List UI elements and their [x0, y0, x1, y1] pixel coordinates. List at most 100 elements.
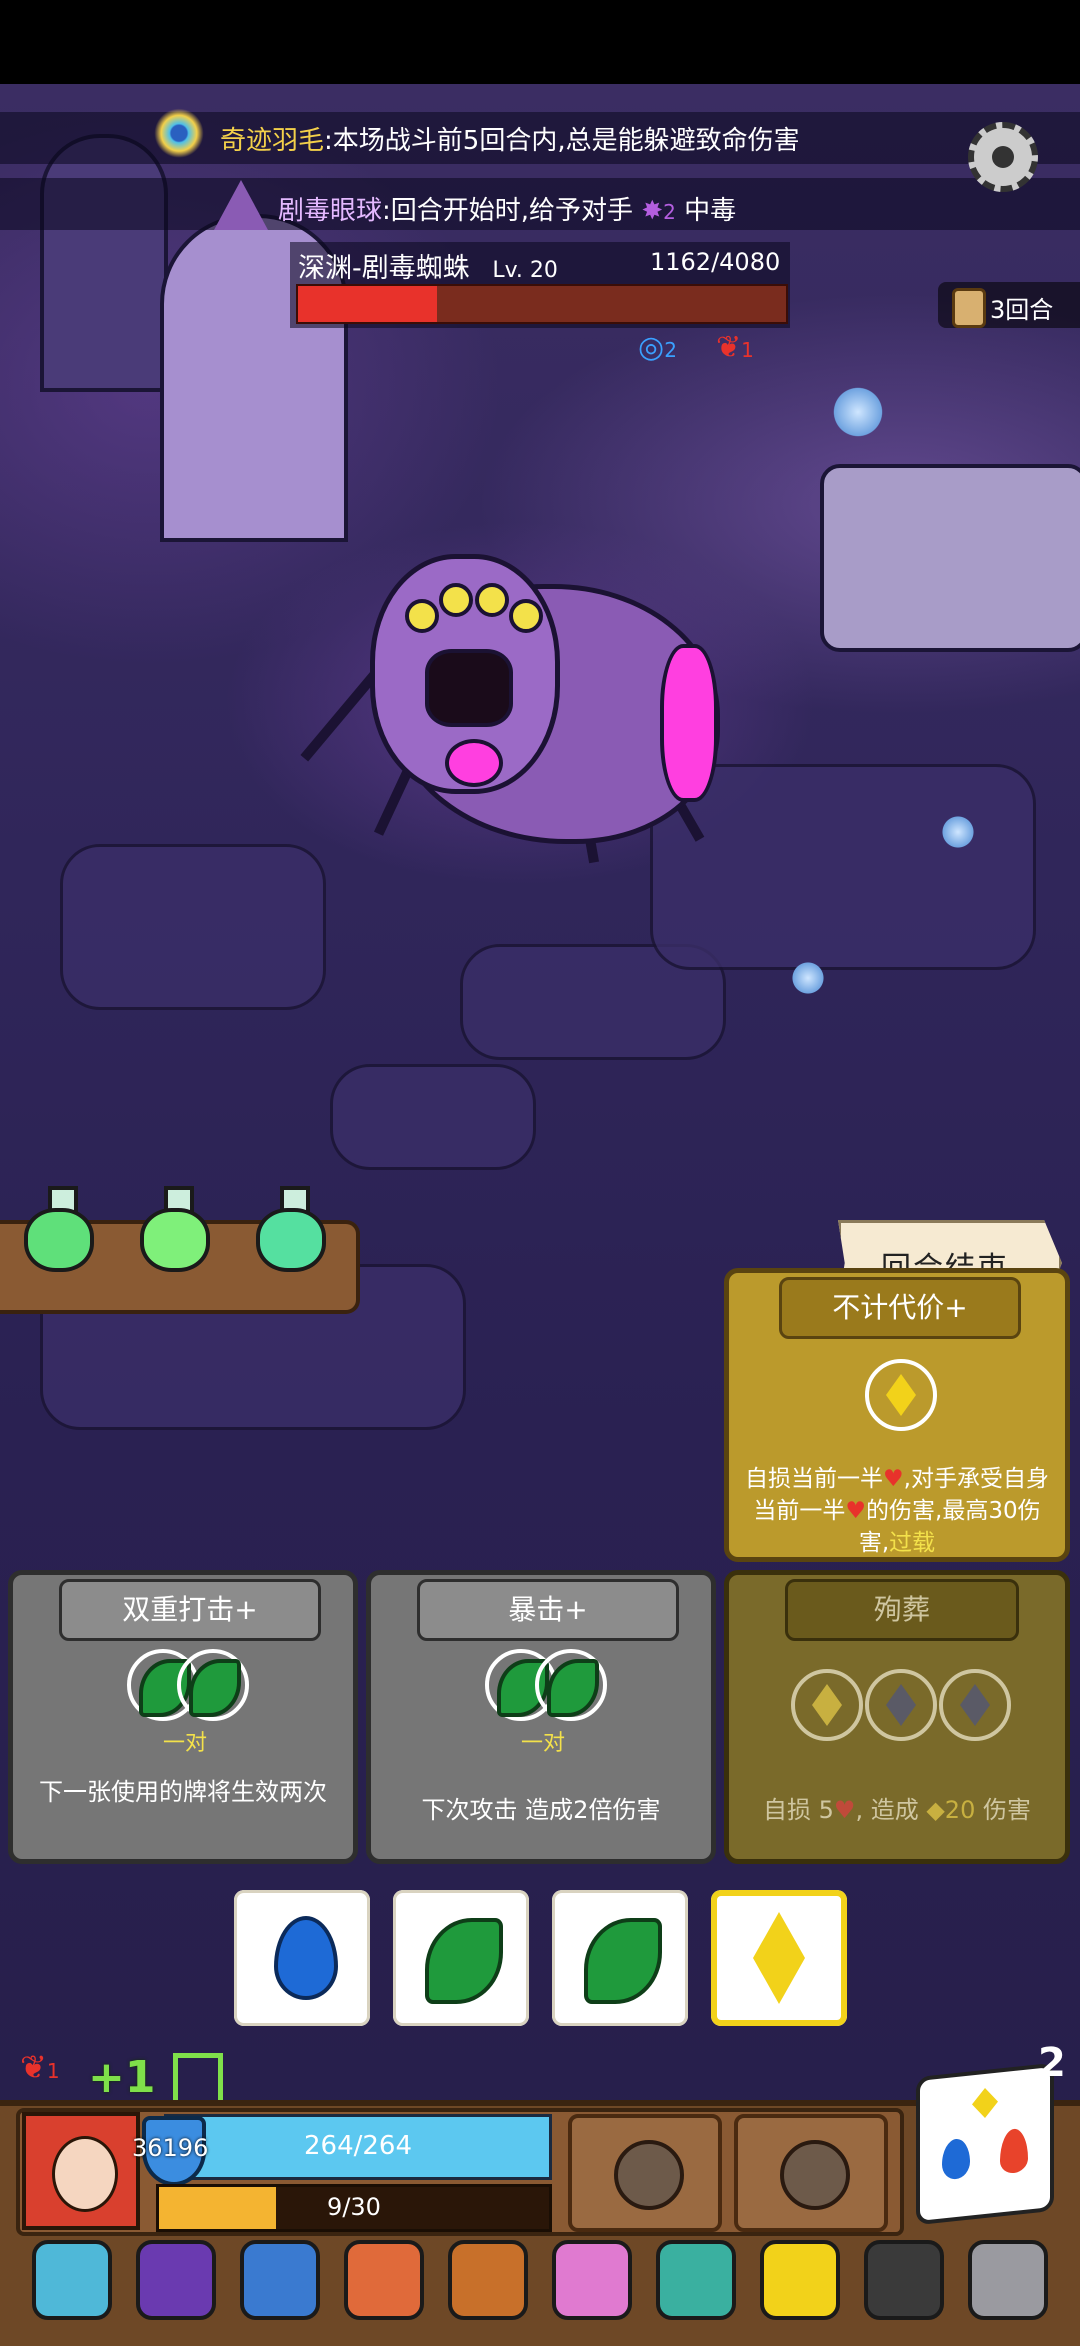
plus-buff-label: +1: [88, 2052, 156, 2103]
wizard-hat-icon[interactable]: [136, 2240, 216, 2320]
enemy-poison-spider[interactable]: [300, 554, 730, 864]
heart-icon: ♥: [883, 1466, 904, 1492]
dice-slot[interactable]: [535, 1649, 607, 1721]
blue-tile-icon[interactable]: [240, 2240, 320, 2320]
relic-eye-text: 剧毒眼球:回合开始时,给予对手 ✸2 中毒: [278, 190, 736, 227]
teal-potion-icon[interactable]: [256, 1186, 326, 1276]
player-hp-text: 264/264: [303, 2131, 412, 2161]
bleed-icon: ❦: [716, 330, 742, 365]
spider-eye: [405, 599, 439, 633]
avatar: [52, 2136, 118, 2212]
die-leaf[interactable]: [552, 1890, 688, 2026]
card-baoji[interactable]: 暴击+ 一对 下次攻击 造成2倍伤害: [366, 1570, 716, 1864]
enemy-status-vortex[interactable]: ◎2: [638, 330, 677, 365]
teal-vase-icon[interactable]: [656, 2240, 736, 2320]
floor-stone: [330, 1064, 536, 1170]
plus-buff: +1: [88, 2052, 223, 2107]
die-water[interactable]: [234, 1890, 370, 2026]
card-title: 双重打击+: [59, 1579, 321, 1641]
diamond-icon: [753, 1912, 805, 2004]
blue-flower-icon: [940, 814, 976, 850]
poison-splat-icon: ✸: [641, 196, 664, 226]
equip-slot-die[interactable]: [568, 2114, 722, 2232]
yellow-die-icon[interactable]: [760, 2240, 840, 2320]
green-potion-icon[interactable]: [24, 1186, 94, 1276]
card-desc: 下次攻击 造成2倍伤害: [421, 1796, 661, 1824]
bleed-icon: ❦: [20, 2048, 47, 2086]
card-desc: 下一张使用的牌将生效两次: [39, 1778, 327, 1806]
dice-slot[interactable]: [177, 1649, 249, 1721]
enemy-name-text: 深渊-剧毒蜘蛛: [298, 253, 470, 284]
vortex-value: 2: [664, 338, 677, 362]
reroll-die-button[interactable]: [916, 2062, 1054, 2226]
crystal-skull-icon[interactable]: [32, 2240, 112, 2320]
leaf-icon: [547, 1659, 599, 1717]
heart-icon: ♥: [845, 1498, 867, 1524]
dark-gem-icon[interactable]: [864, 2240, 944, 2320]
blue-flower-icon: [790, 960, 826, 996]
dice-slot[interactable]: [791, 1669, 863, 1741]
pair-label: 一对: [163, 1731, 208, 1756]
dice-slot[interactable]: [865, 1669, 937, 1741]
spider-spot: [660, 644, 718, 802]
diamond-icon: [886, 1374, 916, 1416]
dice-slot[interactable]: [939, 1669, 1011, 1741]
pink-flower-icon[interactable]: [552, 2240, 632, 2320]
blue-flower-icon: [830, 384, 886, 440]
enemy-hp-fill: [298, 286, 437, 322]
leaf-icon: [189, 1659, 241, 1717]
meat-leg-icon[interactable]: [344, 2240, 424, 2320]
enemy-hp-text: 1162/4080: [650, 248, 781, 276]
card-title: 殉葬: [785, 1579, 1019, 1641]
silver-armor-icon[interactable]: [968, 2240, 1048, 2320]
card-title-text: 双重打击+: [122, 1593, 258, 1626]
card-shuangchong[interactable]: 双重打击+ 一对 下一张使用的牌将生效两次: [8, 1570, 358, 1864]
relic-eye-effect: 中毒: [684, 196, 737, 226]
spider-mouth: [425, 649, 513, 727]
bleed-value: 1: [741, 338, 754, 362]
leaf-icon: [584, 1918, 662, 2004]
player-exp-bar: 9/30: [156, 2184, 552, 2232]
card-xunzang[interactable]: 殉葬 自损 5♥, 造成 ◆20 伤害: [724, 1570, 1070, 1864]
dice-slot[interactable]: [865, 1359, 937, 1431]
die-diamond-selected[interactable]: [711, 1890, 847, 2026]
desc-part: 的伤害,最高30伤害,: [858, 1498, 1041, 1556]
leather-armor-icon[interactable]: [448, 2240, 528, 2320]
desc-part: 自损当前一半: [745, 1466, 884, 1492]
peacock-feather-icon[interactable]: [154, 108, 204, 164]
turn-counter-label: 3回合: [990, 296, 1054, 324]
heart-icon: ♥: [833, 1796, 856, 1824]
pair-label: 一对: [521, 1731, 566, 1756]
leaf-icon: [425, 1918, 503, 2004]
spider-eye: [509, 599, 543, 633]
card-title-text: 暴击+: [508, 1593, 588, 1626]
armor-value: 36196: [132, 2134, 209, 2162]
green-potion-icon[interactable]: [140, 1186, 210, 1276]
relic-feather-text: 奇迹羽毛:本场战斗前5回合内,总是能躲避致命伤害: [220, 120, 800, 157]
fire-icon: [1000, 2127, 1028, 2175]
diamond-icon: [886, 1684, 916, 1726]
spider-head: [370, 554, 560, 794]
player-hp-bar: 264/264: [164, 2114, 552, 2180]
enemy-status-bleed[interactable]: ❦1: [716, 330, 754, 365]
card-title: 暴击+: [417, 1579, 679, 1641]
potion-bottle: [256, 1208, 326, 1272]
card-bujidaijia[interactable]: 不计代价+ 自损当前一半♥,对手承受自身当前一半♥的伤害,最高30伤害,过载: [724, 1268, 1070, 1562]
enemy-hp-bar: [296, 284, 788, 324]
card-title-text: 殉葬: [873, 1593, 930, 1626]
ruin-wall-right: [820, 464, 1080, 652]
equip-slot-pot[interactable]: [734, 2114, 888, 2232]
potion-bottle: [24, 1208, 94, 1272]
settings-gear-icon[interactable]: [968, 122, 1038, 192]
card-title: 不计代价+: [779, 1277, 1021, 1339]
spider-spot: [445, 739, 503, 787]
player-portrait[interactable]: [22, 2112, 140, 2230]
player-buff-bleed[interactable]: ❦1: [20, 2048, 60, 2086]
spider-eye: [439, 583, 473, 617]
relic-eye-name: 剧毒眼球: [278, 196, 383, 226]
water-drop-icon: [274, 1916, 338, 2000]
overload-keyword: 过载: [889, 1530, 936, 1556]
spider-eye: [475, 583, 509, 617]
die-leaf[interactable]: [393, 1890, 529, 2026]
enemy-level: Lv. 20: [492, 258, 558, 283]
